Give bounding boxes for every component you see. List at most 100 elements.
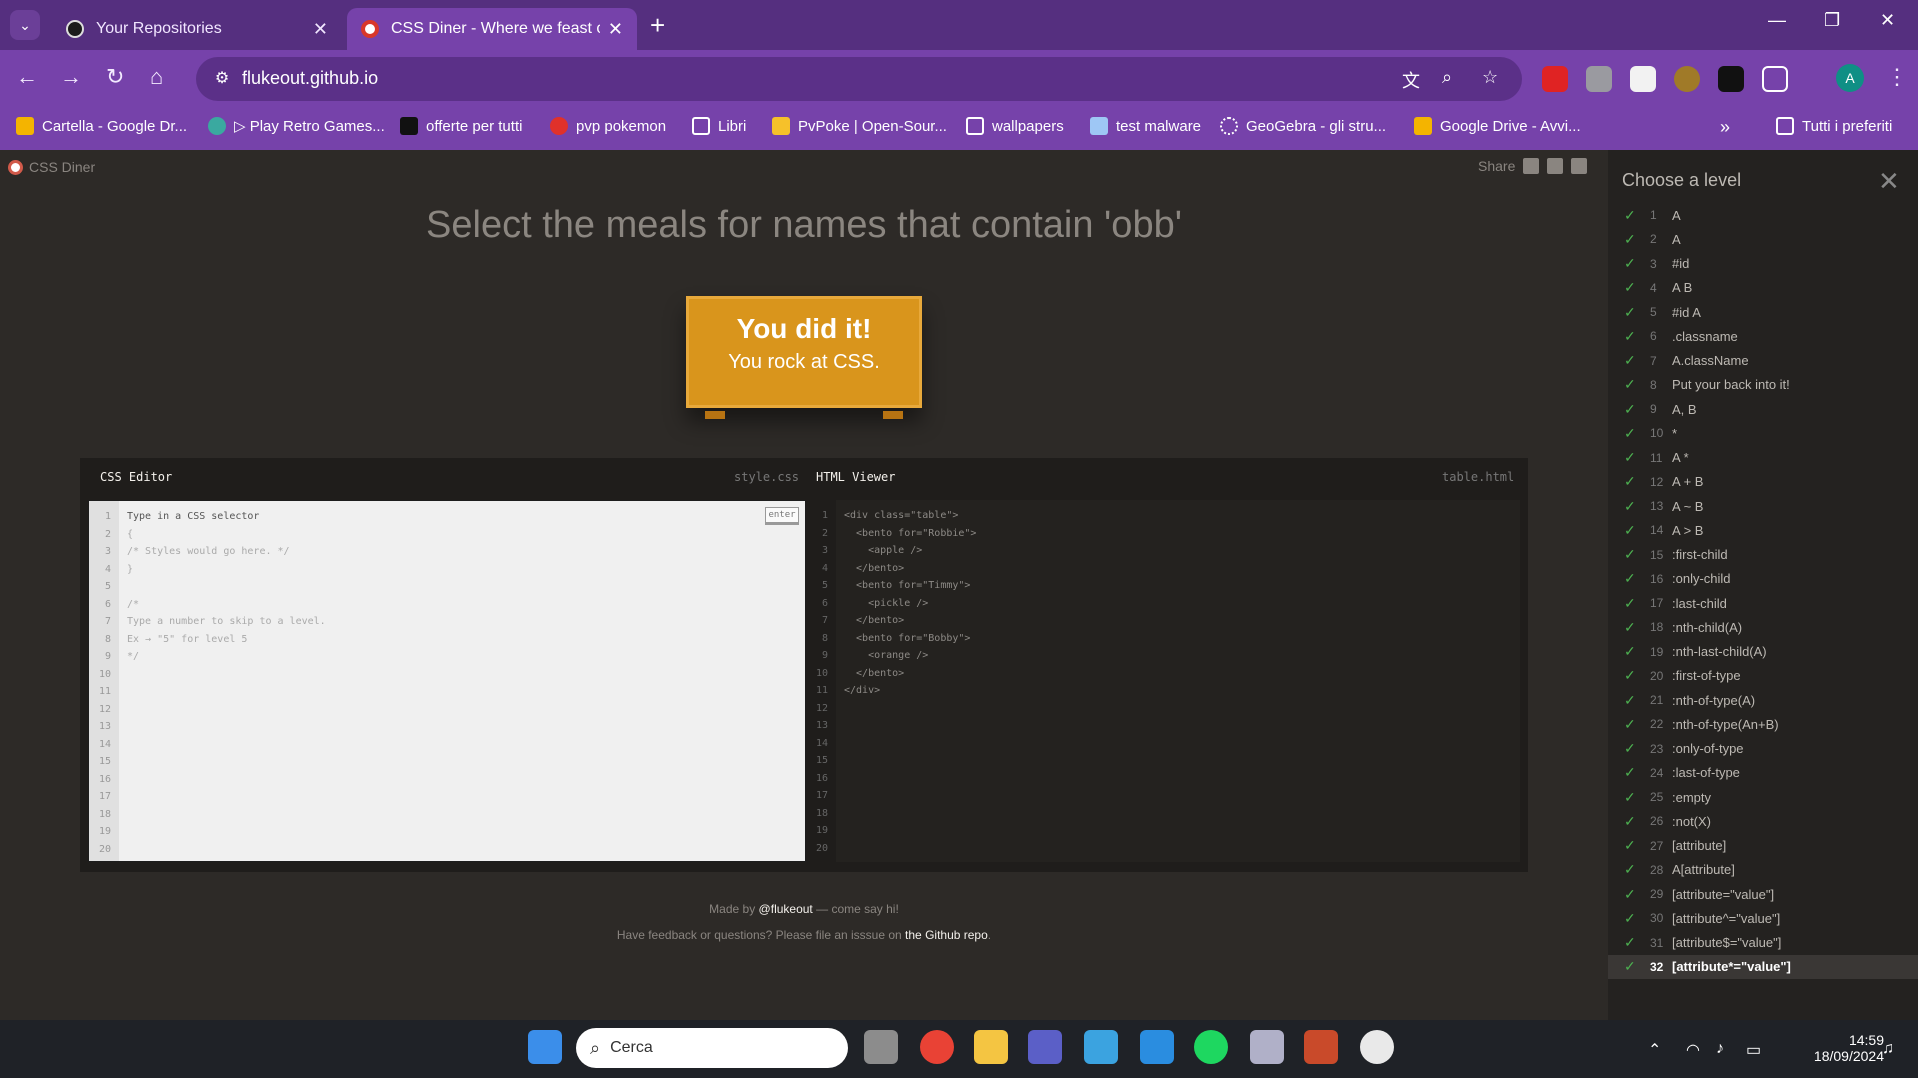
vscode-icon[interactable]	[1140, 1030, 1174, 1064]
more-bookmarks-icon[interactable]: »	[1720, 117, 1730, 138]
forward-icon[interactable]: →	[60, 64, 82, 90]
bookmark-item[interactable]: Cartella - Google Dr...	[16, 117, 187, 135]
email-icon[interactable]	[1523, 158, 1540, 174]
enter-button[interactable]: enter	[765, 507, 799, 523]
restore-icon[interactable]: ❐	[1824, 10, 1840, 31]
level-item-4[interactable]: ✓ 4 A B	[1608, 276, 1918, 300]
extension-eyes-icon[interactable]	[1718, 66, 1744, 92]
facebook-icon[interactable]	[1547, 158, 1564, 174]
bookmark-item[interactable]: GeoGebra - gli stru...	[1220, 117, 1386, 135]
css-diner-brand[interactable]: CSS Diner	[8, 159, 95, 175]
level-item-16[interactable]: ✓ 16:only-child	[1608, 567, 1918, 591]
level-item-28[interactable]: ✓ 28 A[attribute]	[1608, 858, 1918, 882]
taskbar-search[interactable]: ⌕ Cerca	[576, 1028, 848, 1068]
tab-css-diner[interactable]: CSS Diner - Where we feast on ✕	[347, 8, 637, 50]
tab-search-dropdown-icon[interactable]: ⌄	[10, 10, 40, 40]
level-item-18[interactable]: ✓ 18:nth-child(A)	[1608, 615, 1918, 639]
back-icon[interactable]: ←	[16, 64, 38, 90]
chevron-up-icon[interactable]: ⌃	[1648, 1040, 1661, 1060]
bookmark-folder[interactable]: Libri	[692, 117, 746, 135]
taskbar-clock[interactable]: 14:59 18/09/2024	[1804, 1032, 1884, 1064]
level-item-1[interactable]: ✓ 1 A	[1608, 203, 1918, 227]
level-item-23[interactable]: ✓ 23:only-of-type	[1608, 737, 1918, 761]
level-item-7[interactable]: ✓ 7 A.className	[1608, 349, 1918, 373]
wifi-icon[interactable]: ◠	[1686, 1040, 1700, 1060]
teams-icon[interactable]	[1028, 1030, 1062, 1064]
bookmark-item[interactable]: pvp pokemon	[550, 117, 666, 135]
home-icon[interactable]: ⌂	[150, 64, 163, 90]
task-view-icon[interactable]	[864, 1030, 898, 1064]
zoom-icon[interactable]: ⌕	[1442, 67, 1452, 88]
extensions-puzzle-icon[interactable]	[1762, 66, 1788, 92]
extension-spy-icon[interactable]	[1630, 66, 1656, 92]
close-window-icon[interactable]: ✕	[1880, 10, 1895, 31]
close-tab-icon[interactable]: ✕	[313, 19, 328, 40]
level-item-2[interactable]: ✓ 2 A	[1608, 227, 1918, 251]
bookmark-item[interactable]: offerte per tutti	[400, 117, 522, 135]
slack-icon[interactable]	[1360, 1030, 1394, 1064]
level-item-20[interactable]: ✓ 20:first-of-type	[1608, 664, 1918, 688]
close-tab-icon[interactable]: ✕	[608, 19, 623, 40]
level-item-29[interactable]: ✓ 29 [attribute="value"]	[1608, 882, 1918, 906]
level-item-12[interactable]: ✓ 12 A + B	[1608, 470, 1918, 494]
extension-cookie-icon[interactable]	[1674, 66, 1700, 92]
chrome-icon[interactable]	[920, 1030, 954, 1064]
file-explorer-icon[interactable]	[974, 1030, 1008, 1064]
level-item-22[interactable]: ✓ 22:nth-of-type(An+B)	[1608, 712, 1918, 736]
bookmark-folder[interactable]: wallpapers	[966, 117, 1064, 135]
bookmark-label: wallpapers	[992, 117, 1064, 135]
reload-icon[interactable]: ↻	[106, 64, 124, 90]
url-text[interactable]: flukeout.github.io	[242, 68, 378, 89]
profile-avatar[interactable]: A	[1836, 64, 1864, 92]
extension-stop-icon[interactable]	[1542, 66, 1568, 92]
level-item-8[interactable]: ✓ 8 Put your back into it!	[1608, 373, 1918, 397]
level-number: 8	[1650, 377, 1657, 392]
site-info-icon[interactable]: ⚙	[210, 67, 234, 91]
control-panel-icon[interactable]	[1084, 1030, 1118, 1064]
level-item-11[interactable]: ✓ 11 A *	[1608, 446, 1918, 470]
level-item-6[interactable]: ✓ 6 .classname	[1608, 324, 1918, 348]
level-item-17[interactable]: ✓ 17:last-child	[1608, 591, 1918, 615]
spotify-icon[interactable]	[1194, 1030, 1228, 1064]
extension-translate-icon[interactable]	[1586, 66, 1612, 92]
level-item-5[interactable]: ✓ 5 #id A	[1608, 300, 1918, 324]
level-item-13[interactable]: ✓ 13 A ~ B	[1608, 494, 1918, 518]
all-bookmarks-folder[interactable]: Tutti i preferiti	[1776, 117, 1892, 135]
level-item-14[interactable]: ✓ 14 A > B	[1608, 518, 1918, 542]
css-input-area[interactable]: enter 1 Type in a CSS selector 2 {3 /* Style…	[88, 500, 806, 862]
level-item-15[interactable]: ✓ 15:first-child	[1608, 543, 1918, 567]
windows-start-icon[interactable]	[528, 1030, 562, 1064]
level-item-21[interactable]: ✓ 21:nth-of-type(A)	[1608, 688, 1918, 712]
notification-bell-icon[interactable]: ♫	[1882, 1040, 1894, 1058]
level-item-3[interactable]: ✓ 3 #id	[1608, 252, 1918, 276]
bookmark-item[interactable]: test malware	[1090, 117, 1201, 135]
app-icon[interactable]	[1250, 1030, 1284, 1064]
level-item-30[interactable]: ✓ 30 [attribute^="value"]	[1608, 906, 1918, 930]
minimize-icon[interactable]: —	[1768, 10, 1786, 31]
bookmark-item[interactable]: Google Drive - Avvi...	[1414, 117, 1581, 135]
address-bar[interactable]: ⚙ flukeout.github.io 文 ⌕ ☆	[196, 57, 1522, 101]
level-item-32[interactable]: ✓ 32 [attribute*="value"]	[1608, 954, 1918, 979]
level-item-19[interactable]: ✓ 19:nth-last-child(A)	[1608, 640, 1918, 664]
browser-menu-icon[interactable]: ⋮	[1886, 64, 1908, 90]
bookmark-item[interactable]: ▷ Play Retro Games...	[208, 117, 385, 135]
volume-icon[interactable]: ♪	[1716, 1040, 1724, 1058]
translate-icon[interactable]: 文	[1402, 67, 1420, 93]
new-tab-button[interactable]: +	[650, 10, 665, 40]
bookmark-item[interactable]: PvPoke | Open-Sour...	[772, 117, 947, 135]
winrar-icon[interactable]	[1304, 1030, 1338, 1064]
level-item-31[interactable]: ✓ 31 [attribute$="value"]	[1608, 931, 1918, 955]
twitter-icon[interactable]	[1571, 158, 1588, 174]
bookmark-star-icon[interactable]: ☆	[1482, 67, 1498, 88]
level-item-24[interactable]: ✓ 24:last-of-type	[1608, 761, 1918, 785]
github-repo-link[interactable]: the Github repo	[905, 928, 988, 942]
close-icon[interactable]: ✕	[1878, 166, 1900, 197]
battery-icon[interactable]: ▭	[1746, 1040, 1761, 1060]
author-link[interactable]: @flukeout	[759, 902, 813, 916]
level-item-27[interactable]: ✓ 27 [attribute]	[1608, 834, 1918, 858]
level-item-25[interactable]: ✓ 25:empty	[1608, 785, 1918, 809]
level-item-26[interactable]: ✓ 26:not(X)	[1608, 809, 1918, 833]
level-item-10[interactable]: ✓ 10 *	[1608, 421, 1918, 445]
tab-your-repositories[interactable]: Your Repositories ✕	[52, 8, 342, 50]
level-item-9[interactable]: ✓ 9 A, B	[1608, 397, 1918, 421]
